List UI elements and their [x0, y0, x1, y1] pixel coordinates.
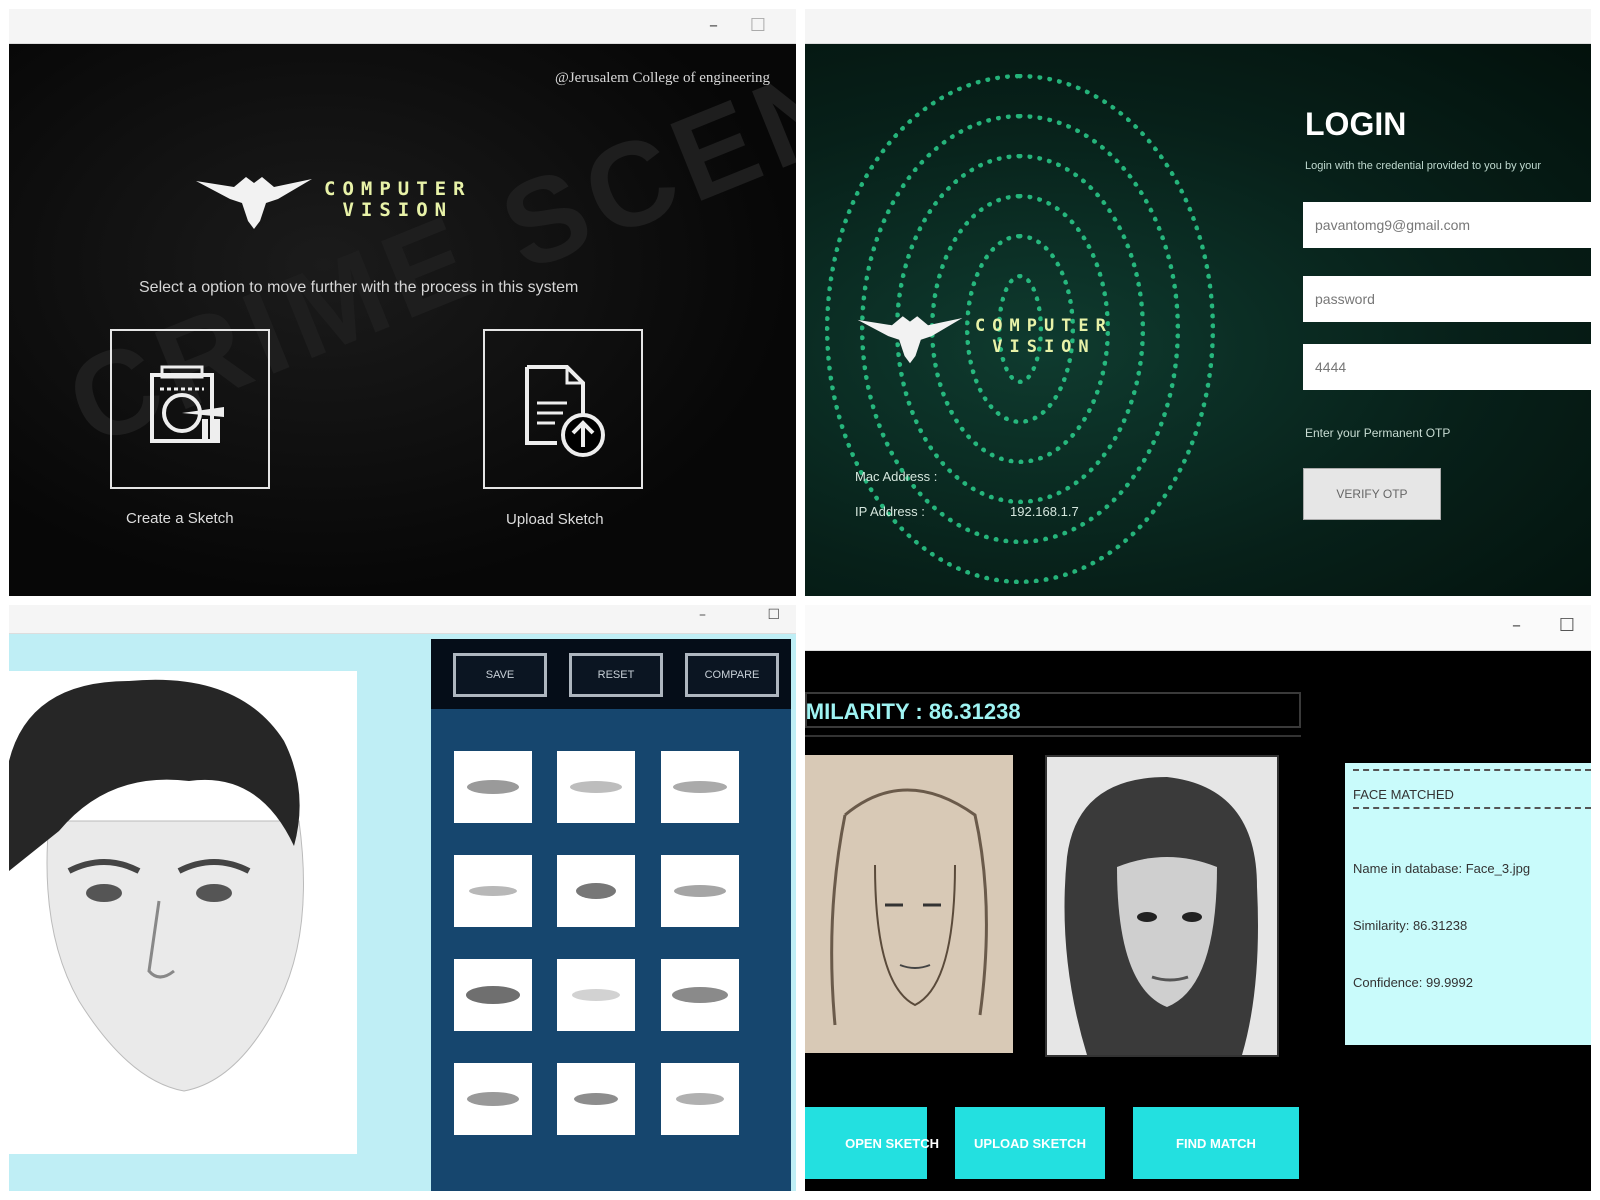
lips-icon [570, 781, 622, 793]
lips-option-4[interactable] [454, 855, 532, 927]
lips-icon [674, 885, 726, 897]
lips-option-1[interactable] [454, 751, 532, 823]
dashed-divider [1353, 807, 1591, 809]
lips-icon [572, 989, 620, 1001]
result-similarity: Similarity: 86.31238 [1353, 918, 1468, 933]
lips-icon [673, 781, 727, 793]
result-confidence: Confidence: 99.9992 [1353, 975, 1473, 990]
banner-divider [805, 735, 1301, 737]
similarity-banner: SIMILARITY : 86.31238 [805, 692, 1301, 728]
open-sketch-label: OPEN SKETCH [845, 1135, 939, 1151]
login-subtitle: Login with the credential provided to yo… [1305, 160, 1542, 172]
lips-icon [672, 987, 728, 1003]
minimize-icon[interactable]: – [699, 607, 706, 623]
lips-icon [574, 1093, 618, 1105]
logo-line-1: COMPUTER [324, 178, 472, 200]
find-match-button[interactable]: FIND MATCH [1133, 1107, 1299, 1179]
upload-sketch-button[interactable]: UPLOAD SKETCH [955, 1107, 1105, 1179]
save-button[interactable]: SAVE [453, 653, 547, 697]
title-bar [805, 9, 1591, 44]
minimize-icon[interactable]: – [1512, 615, 1521, 636]
lips-icon [469, 886, 517, 896]
logo-text: COMPUTER VISION [975, 316, 1113, 358]
sketch-image [805, 755, 1013, 1053]
sketch-portrait [830, 788, 988, 1026]
lips-option-9[interactable] [661, 959, 739, 1031]
sketch-canvas[interactable] [9, 671, 357, 1154]
maximize-icon[interactable]: ☐ [1559, 615, 1575, 636]
otp-hint: Enter your Permanent OTP [1305, 426, 1451, 440]
lips-icon [676, 1093, 724, 1105]
open-sketch-button[interactable]: OPEN SKETCH [805, 1107, 939, 1179]
minimize-icon[interactable]: – [709, 15, 718, 36]
main-menu-content: CRIME SCENE @Jerusalem College of engine… [9, 9, 796, 596]
lips-option-10[interactable] [454, 1063, 532, 1135]
lips-option-6[interactable] [661, 855, 739, 927]
document-upload-icon [525, 365, 605, 457]
title-bar: – ☐ [9, 9, 796, 44]
login-title: LOGIN [1305, 106, 1407, 142]
sketch-machine-icon [150, 365, 224, 443]
college-credit: @Jerusalem College of engineering [555, 70, 770, 86]
lips-icon [467, 780, 519, 794]
result-name: Name in database: Face_3.jpg [1353, 861, 1531, 876]
match-result-panel: FACE MATCHED Name in database: Face_3.jp… [1345, 763, 1591, 1045]
verify-otp-button[interactable]: VERIFY OTP [1303, 468, 1441, 520]
lips-option-8[interactable] [557, 959, 635, 1031]
lips-option-12[interactable] [661, 1063, 739, 1135]
logo-text: COMPUTER VISION [324, 179, 472, 221]
upload-sketch-label: Upload Sketch [506, 511, 604, 528]
match-window: – ☐ SIMILARITY : 86.31238 FACE MATCHED N… [805, 605, 1591, 1191]
logo-line-2: VISION [992, 337, 1096, 357]
upload-sketch-button[interactable] [483, 329, 643, 489]
ip-address-value: 192.168.1.7 [1010, 504, 1079, 519]
eagle-icon [857, 316, 963, 364]
lips-icon [467, 1092, 519, 1106]
lips-option-2[interactable] [557, 751, 635, 823]
logo-line-2: VISION [342, 199, 454, 221]
app-logo: COMPUTER VISION [194, 169, 472, 231]
maximize-icon[interactable]: ☐ [767, 607, 780, 623]
lips-option-11[interactable] [557, 1063, 635, 1135]
email-field[interactable]: pavantomg9@gmail.com [1303, 202, 1591, 248]
lips-icon [576, 883, 616, 899]
otp-field[interactable]: 4444 [1303, 344, 1591, 390]
create-sketch-button[interactable] [110, 329, 270, 489]
logo-line-1: COMPUTER [975, 316, 1113, 336]
instruction-text: Select a option to move further with the… [139, 279, 579, 296]
toolbar: SAVE RESET COMPARE [431, 639, 791, 709]
lips-option-3[interactable] [661, 751, 739, 823]
login-window: COMPUTER VISION LOGIN Login with the cre… [805, 9, 1591, 596]
lips-option-7[interactable] [454, 959, 532, 1031]
reset-button[interactable]: RESET [569, 653, 663, 697]
mac-address-label: Mac Address : [855, 469, 938, 484]
sketch-editor-window: – ☐ SAVE RESET COMPARE [9, 605, 796, 1191]
dashed-divider [1353, 769, 1591, 771]
login-content: COMPUTER VISION LOGIN Login with the cre… [805, 44, 1591, 596]
ip-address-label: IP Address : [855, 504, 925, 519]
create-sketch-label: Create a Sketch [126, 510, 234, 527]
lips-icon [466, 986, 520, 1004]
title-bar: – ☐ [9, 605, 796, 634]
feature-palette: SAVE RESET COMPARE [431, 639, 791, 1191]
app-logo: COMPUTER VISION [855, 309, 1113, 365]
photo-portrait [1047, 757, 1277, 1055]
main-menu-window: – ☐ CRIME SCENE @Jerusalem College of en… [9, 9, 796, 596]
maximize-icon[interactable]: ☐ [750, 15, 766, 36]
title-bar: – ☐ [805, 605, 1591, 651]
compare-button[interactable]: COMPARE [685, 653, 779, 697]
matched-photo [1045, 755, 1279, 1057]
result-title: FACE MATCHED [1353, 787, 1454, 802]
face-sketch [9, 679, 304, 1092]
eagle-icon [196, 177, 312, 229]
password-field[interactable]: password [1303, 276, 1591, 322]
lips-option-5[interactable] [557, 855, 635, 927]
